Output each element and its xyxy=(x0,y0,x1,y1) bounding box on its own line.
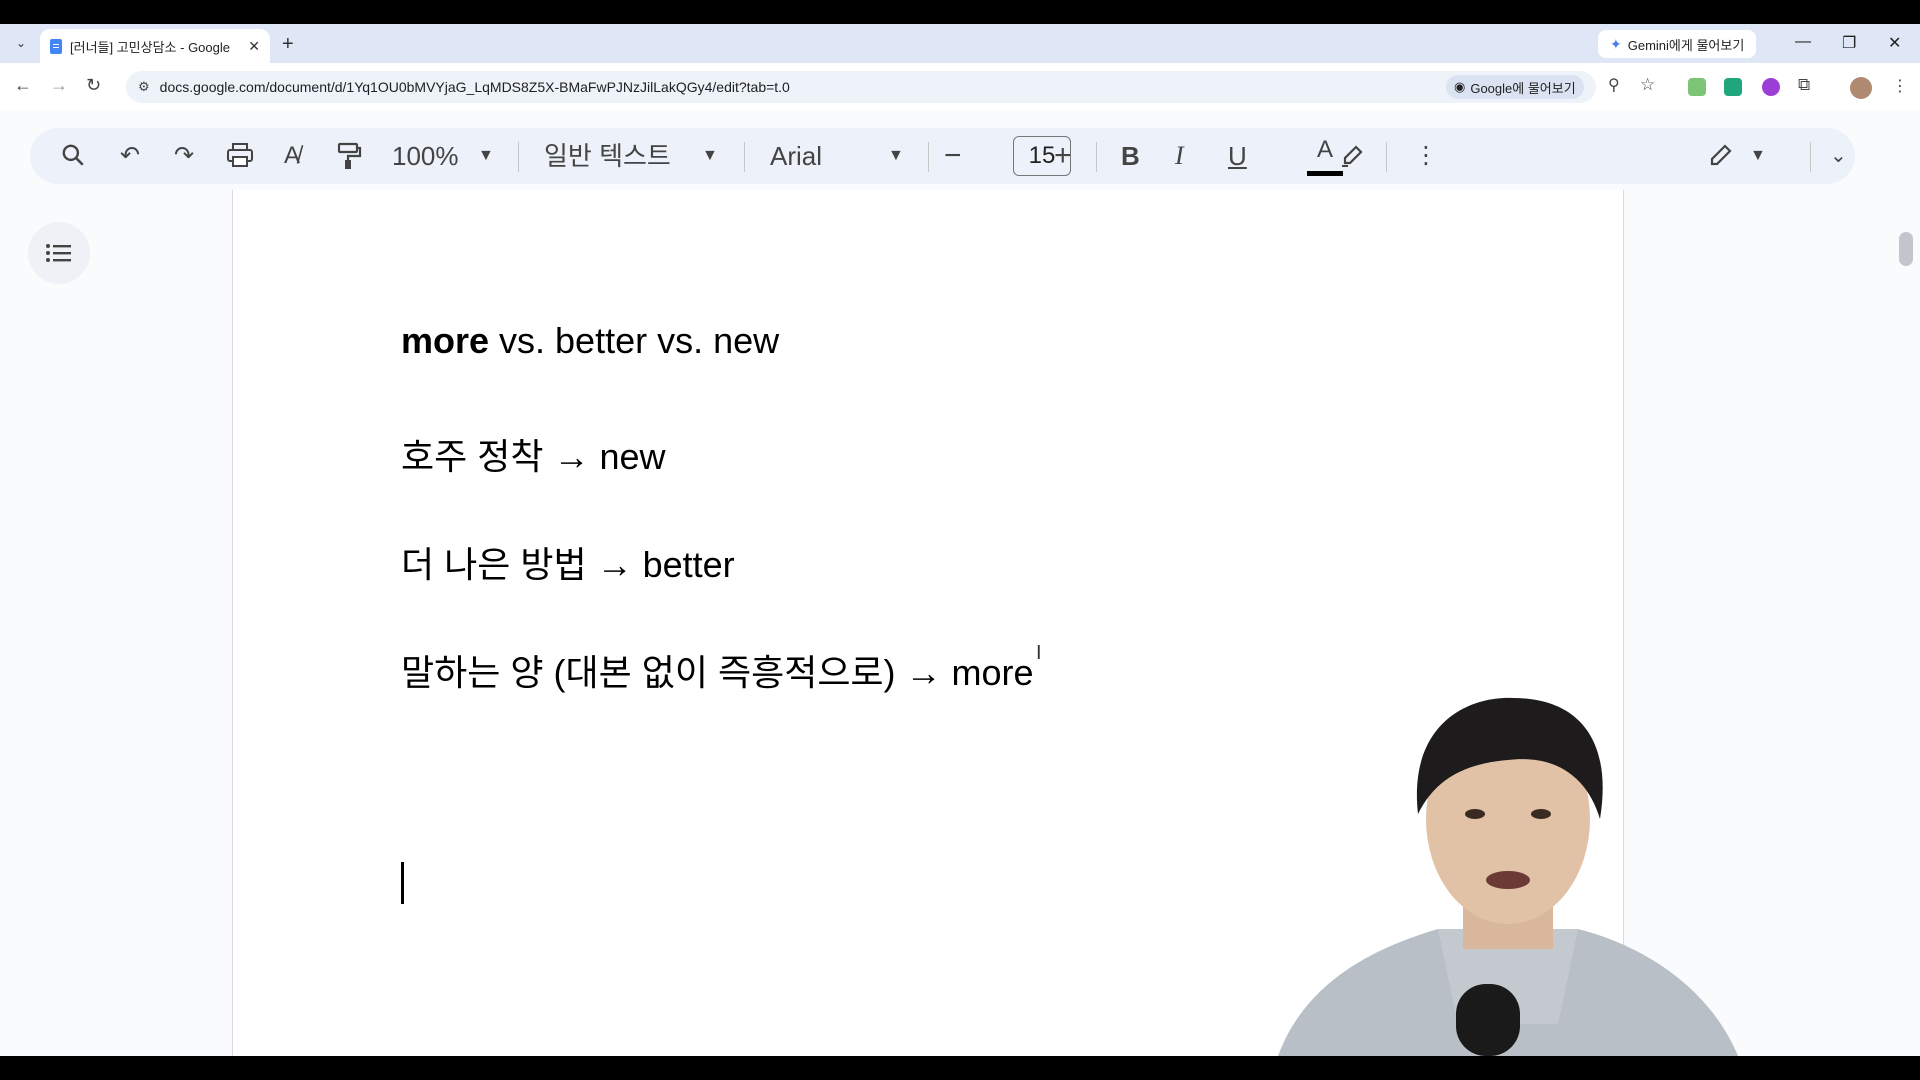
toolbar-divider xyxy=(1386,142,1387,172)
decrease-font-size-icon[interactable]: − xyxy=(944,141,962,171)
address-bar[interactable]: ⚙ docs.google.com/document/d/1Yq1OU0bMVY… xyxy=(126,71,1596,103)
toolbar-divider xyxy=(1096,142,1097,172)
zoom-dropdown-icon[interactable]: ▼ xyxy=(478,142,494,170)
redo-icon[interactable]: ↷ xyxy=(174,142,194,170)
doc-line-3: 더 나은 방법 → better xyxy=(401,544,735,585)
increase-font-size-icon[interactable]: + xyxy=(1054,141,1072,171)
zoom-icon[interactable]: ⚲ xyxy=(1608,75,1620,95)
restore-icon[interactable]: ❐ xyxy=(1842,33,1856,53)
toolbar-divider xyxy=(518,142,519,172)
site-info-icon[interactable]: ⚙ xyxy=(138,79,150,95)
browser-tab-active[interactable]: [러너들] 고민상담소 - Google ✕ xyxy=(40,29,270,63)
docs-toolbar: ↶ ↷ A̸ 100% ▼ 일반 텍스트 ▼ Arial ▼ − 15 + B … xyxy=(30,128,1855,184)
forward-icon[interactable]: → xyxy=(50,75,68,96)
italic-button[interactable]: I xyxy=(1175,142,1184,170)
bold-button[interactable]: B xyxy=(1121,142,1140,170)
zoom-select[interactable]: 100% xyxy=(392,142,459,170)
back-icon[interactable]: ← xyxy=(14,75,32,96)
profile-avatar[interactable] xyxy=(1850,77,1872,99)
font-dropdown-icon[interactable]: ▼ xyxy=(888,142,904,170)
browser-tab-strip: ⌄ [러너들] 고민상담소 - Google ✕ + ✦ Gemini에게 물어… xyxy=(0,24,1920,63)
extension-teal-icon[interactable] xyxy=(1724,78,1742,96)
url-text: docs.google.com/document/d/1Yq1OU0bMVYja… xyxy=(159,79,790,95)
doc-line-1-rest: vs. better vs. new xyxy=(489,320,780,361)
ask-google-button[interactable]: ◉ Google에 물어보기 xyxy=(1446,75,1584,99)
google-docs-icon xyxy=(50,38,62,54)
editing-mode-icon[interactable] xyxy=(1708,142,1734,175)
font-select[interactable]: Arial xyxy=(770,142,822,170)
toolbar-divider xyxy=(928,142,929,172)
doc-line-1-bold: more xyxy=(401,320,490,361)
text-color-letter: A xyxy=(1316,136,1333,163)
extension-green-icon[interactable] xyxy=(1688,78,1706,96)
extensions-puzzle-icon[interactable]: ⧉ xyxy=(1798,75,1810,95)
bottom-letterbox xyxy=(0,1056,1920,1080)
presenter-webcam-overlay xyxy=(1278,697,1738,1056)
browser-address-row: ← → ↻ ⚙ docs.google.com/document/d/1Yq1O… xyxy=(0,63,1920,111)
extension-purple-icon[interactable] xyxy=(1762,78,1780,96)
print-icon[interactable] xyxy=(226,142,254,175)
spellcheck-icon[interactable]: A̸ xyxy=(284,142,300,170)
bookmark-star-icon[interactable]: ☆ xyxy=(1640,75,1655,95)
doc-line-4: 말하는 양 (대본 없이 즉흥적으로) → more xyxy=(401,652,1034,693)
tab-search-icon[interactable]: ⌄ xyxy=(10,32,32,54)
text-color-button[interactable]: A xyxy=(1305,136,1345,176)
top-letterbox xyxy=(0,0,1920,24)
doc-line-1: more vs. better vs. new xyxy=(401,320,779,362)
ask-google-label: Google에 물어보기 xyxy=(1470,80,1576,96)
toolbar-divider xyxy=(744,142,745,172)
lens-icon: ◉ xyxy=(1454,79,1466,94)
paint-format-icon[interactable] xyxy=(336,142,362,177)
font-size-value: 15 xyxy=(1028,142,1056,169)
style-value: 일반 텍스트 xyxy=(544,141,671,171)
doc-line-2: 호주 정착 → new xyxy=(401,436,666,477)
tab-title: [러너들] 고민상담소 - Google xyxy=(70,39,230,55)
styles-select[interactable]: 일반 텍스트 xyxy=(544,142,671,170)
hide-menus-chevron-icon[interactable]: ⌄ xyxy=(1830,142,1847,170)
more-options-icon[interactable]: ⋮ xyxy=(1414,142,1438,170)
styles-dropdown-icon[interactable]: ▼ xyxy=(702,142,718,170)
browser-menu-icon[interactable]: ⋮ xyxy=(1892,76,1908,96)
vertical-scrollbar[interactable] xyxy=(1899,232,1913,266)
document-outline-button[interactable] xyxy=(28,222,90,284)
ask-gemini-label: Gemini에게 물어보기 xyxy=(1627,37,1745,53)
reload-icon[interactable]: ↻ xyxy=(86,75,101,96)
undo-icon[interactable]: ↶ xyxy=(120,142,140,170)
ask-gemini-button[interactable]: ✦ Gemini에게 물어보기 xyxy=(1598,30,1757,58)
list-icon xyxy=(46,244,71,262)
zoom-value: 100% xyxy=(392,141,459,171)
highlight-pen-icon[interactable] xyxy=(1340,142,1366,175)
minimize-icon[interactable]: — xyxy=(1795,33,1811,51)
new-tab-button[interactable]: + xyxy=(282,33,294,56)
text-color-swatch xyxy=(1307,171,1343,176)
tab-close-icon[interactable]: ✕ xyxy=(248,38,260,55)
gemini-sparkle-icon: ✦ xyxy=(1610,35,1622,52)
close-window-icon[interactable]: ✕ xyxy=(1888,33,1901,53)
editing-mode-dropdown-icon[interactable]: ▼ xyxy=(1750,142,1766,170)
search-menus-icon[interactable] xyxy=(60,142,86,175)
font-value: Arial xyxy=(770,141,823,171)
toolbar-divider xyxy=(1810,142,1811,172)
mouse-ibeam-cursor: I xyxy=(1036,642,1042,664)
underline-button[interactable]: U xyxy=(1228,142,1247,170)
text-cursor xyxy=(401,862,404,904)
